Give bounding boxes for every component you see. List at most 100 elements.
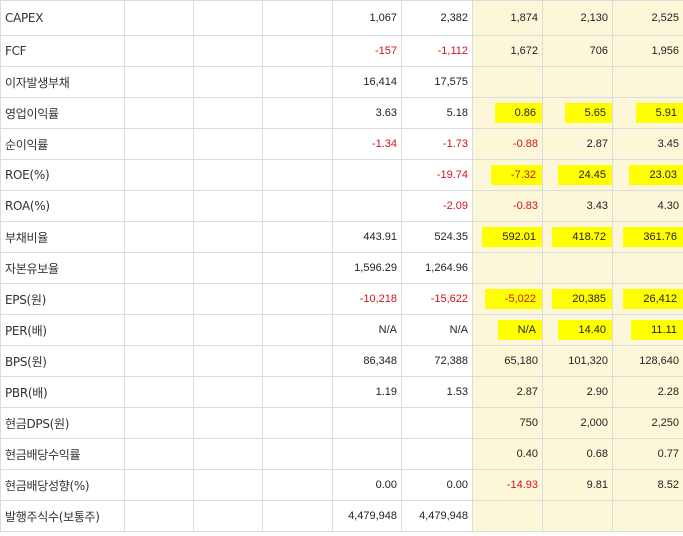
table-cell: 1,672 <box>472 35 543 67</box>
table-cell <box>262 314 333 346</box>
table-cell: -1.34 <box>332 128 402 160</box>
cell-value: 8.52 <box>657 479 679 491</box>
cell-value: 16,414 <box>363 76 397 88</box>
table-cell <box>472 66 543 98</box>
cell-value: 9.81 <box>586 479 608 491</box>
cell-value: 23.03 <box>629 165 683 185</box>
cell-value: 128,640 <box>639 355 679 367</box>
table-row: ROA(%) -2.09 -0.83 3.43 4.30 <box>0 190 683 222</box>
table-cell: 4,479,948 <box>332 500 402 532</box>
table-cell: -14.93 <box>472 469 543 501</box>
cell-value: 101,320 <box>568 355 608 367</box>
cell-value: 0.40 <box>516 448 538 460</box>
row-label: CAPEX <box>0 0 125 36</box>
table-cell: 1,596.29 <box>332 252 402 284</box>
table-cell <box>124 97 194 129</box>
table-cell <box>124 469 194 501</box>
table-cell: -10,218 <box>332 283 402 315</box>
table-cell <box>124 438 194 470</box>
table-cell <box>612 500 683 532</box>
table-cell <box>332 438 402 470</box>
cell-value: 20,385 <box>552 289 612 309</box>
table-cell: 2.87 <box>472 376 543 408</box>
table-cell <box>262 500 333 532</box>
table-cell: N/A <box>332 314 402 346</box>
table-cell <box>124 128 194 160</box>
table-cell <box>193 345 263 377</box>
table-cell: 20,385 <box>542 283 613 315</box>
table-cell: 24.45 <box>542 159 613 191</box>
table-cell <box>193 376 263 408</box>
cell-value: 1,264.96 <box>425 262 468 274</box>
cell-value: -14.93 <box>506 479 538 491</box>
table-cell: -1.73 <box>401 128 473 160</box>
table-cell <box>542 252 613 284</box>
table-cell <box>124 345 194 377</box>
cell-value: 1.19 <box>375 386 397 398</box>
table-cell: 8.52 <box>612 469 683 501</box>
row-label: PER(배) <box>0 314 125 346</box>
table-cell: 0.77 <box>612 438 683 470</box>
cell-value: 14.40 <box>558 320 612 340</box>
row-label: 순이익률 <box>0 128 125 160</box>
cell-value: 2,130 <box>580 12 608 24</box>
cell-value: 592.01 <box>482 227 542 247</box>
row-label: PBR(배) <box>0 376 125 408</box>
table-cell <box>124 283 194 315</box>
table-row: 부채비율 443.91 524.35 592.01 418.72 361.76 <box>0 221 683 253</box>
table-cell: 2.90 <box>542 376 613 408</box>
table-cell: -2.09 <box>401 190 473 222</box>
cell-value: 5.91 <box>635 103 683 123</box>
table-cell <box>542 66 613 98</box>
table-cell <box>193 0 263 36</box>
table-cell <box>124 159 194 191</box>
cell-value: -7.32 <box>490 165 542 185</box>
table-body: CAPEX 1,067 2,382 1,874 2,130 2,525 FCF -157 -1,… <box>0 0 683 532</box>
cell-value: 72,388 <box>434 355 468 367</box>
table-cell <box>124 407 194 439</box>
table-cell: -19.74 <box>401 159 473 191</box>
cell-value: N/A <box>497 320 542 340</box>
row-label: 이자발생부채 <box>0 66 125 98</box>
table-cell <box>193 159 263 191</box>
table-cell: 101,320 <box>542 345 613 377</box>
table-cell: 1,067 <box>332 0 402 36</box>
table-cell: 4,479,948 <box>401 500 473 532</box>
table-cell: 0.86 <box>472 97 543 129</box>
cell-value: -1.34 <box>371 138 397 150</box>
table-cell <box>612 66 683 98</box>
cell-value: 1,672 <box>510 45 538 57</box>
table-cell: 750 <box>472 407 543 439</box>
cell-value: -0.83 <box>512 200 538 212</box>
table-row: 자본유보율 1,596.29 1,264.96 <box>0 252 683 284</box>
table-cell: 2,525 <box>612 0 683 36</box>
row-label: 영업이익률 <box>0 97 125 129</box>
cell-value: 2.87 <box>586 138 608 150</box>
table-row: 현금DPS(원) 750 2,000 2,250 <box>0 407 683 439</box>
cell-value: -0.88 <box>512 138 538 150</box>
row-label: BPS(원) <box>0 345 125 377</box>
cell-value: 4,479,948 <box>419 510 468 522</box>
row-label: 자본유보율 <box>0 252 125 284</box>
cell-value: 1.53 <box>446 386 468 398</box>
cell-value: 750 <box>519 417 538 429</box>
table-row: EPS(원) -10,218 -15,622 -5,022 20,385 26,412 <box>0 283 683 315</box>
cell-value: 2,250 <box>651 417 679 429</box>
row-label: EPS(원) <box>0 283 125 315</box>
table-cell <box>401 438 473 470</box>
cell-value: 4.30 <box>657 200 679 212</box>
table-cell <box>262 66 333 98</box>
table-cell <box>193 190 263 222</box>
table-cell: 14.40 <box>542 314 613 346</box>
table-cell: 2.28 <box>612 376 683 408</box>
row-label: 현금배당성향(%) <box>0 469 125 501</box>
table-cell <box>262 252 333 284</box>
table-cell <box>124 190 194 222</box>
table-cell: 86,348 <box>332 345 402 377</box>
cell-value: 24.45 <box>558 165 612 185</box>
cell-value: 443.91 <box>363 231 397 243</box>
table-cell <box>332 407 402 439</box>
cell-value: -19.74 <box>436 169 468 181</box>
table-cell <box>332 159 402 191</box>
table-cell: N/A <box>472 314 543 346</box>
